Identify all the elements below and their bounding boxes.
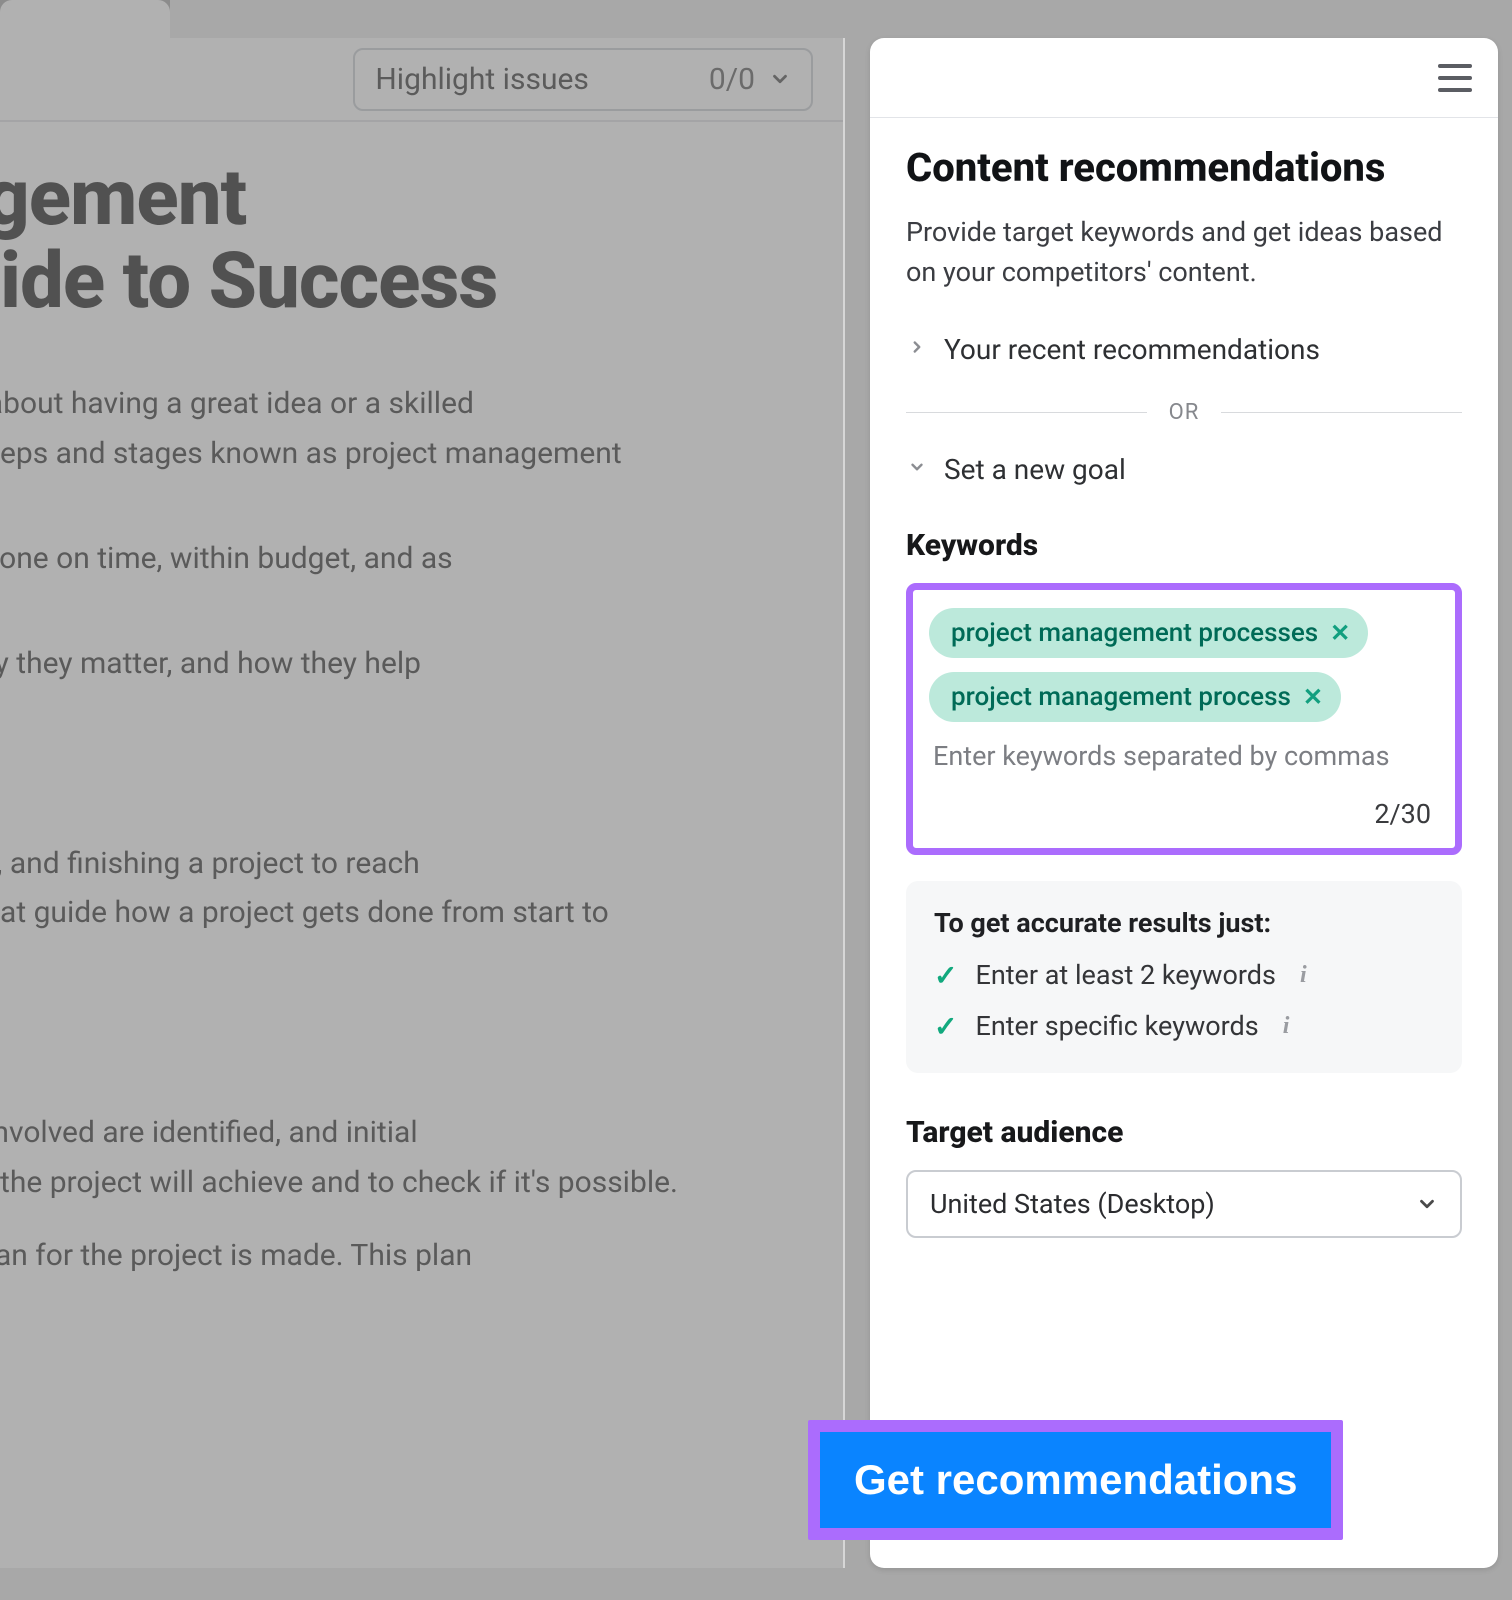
keywords-heading: Keywords — [906, 528, 1462, 563]
document-paragraph: re a detailed plan for the project is ma… — [0, 1231, 843, 1280]
tip-row: ✓ Enter at least 2 keywords i — [934, 959, 1434, 992]
panel-header — [870, 38, 1498, 118]
tips-card: To get accurate results just: ✓ Enter at… — [906, 881, 1462, 1073]
or-label: OR — [1169, 400, 1200, 425]
target-audience-select[interactable]: United States (Desktop) — [906, 1170, 1462, 1238]
recommendations-panel: Content recommendations Provide target k… — [870, 38, 1498, 1568]
cta-highlight: Get recommendations — [808, 1420, 1343, 1540]
chevron-down-icon — [908, 457, 926, 481]
keywords-placeholder: Enter keywords separated by commas — [933, 740, 1439, 772]
highlight-issues-label: Highlight issues — [375, 62, 588, 97]
document-toolbar: Highlight issues 0/0 — [0, 38, 843, 122]
info-icon[interactable]: i — [1300, 962, 1307, 989]
highlight-issues-dropdown[interactable]: Highlight issues 0/0 — [353, 48, 813, 111]
chevron-down-icon — [1416, 1193, 1438, 1215]
set-new-goal-toggle[interactable]: Set a new goal — [906, 447, 1462, 492]
document-paragraph: re set, people involved are identified, … — [0, 1108, 843, 1206]
target-audience-heading: Target audience — [906, 1115, 1462, 1150]
tip-label: Enter at least 2 keywords — [975, 959, 1275, 991]
panel-title: Content recommendations — [906, 144, 1462, 191]
remove-chip-icon[interactable]: ✕ — [1303, 683, 1323, 711]
panel-description: Provide target keywords and get ideas ba… — [906, 213, 1462, 293]
document-heading: gement? — [0, 744, 843, 805]
info-icon[interactable]: i — [1283, 1013, 1290, 1040]
keyword-chip[interactable]: project management processes ✕ — [929, 608, 1368, 658]
keywords-counter: 2/30 — [929, 798, 1439, 836]
get-recommendations-button[interactable]: Get recommendations — [820, 1432, 1331, 1528]
recent-recommendations-toggle[interactable]: Your recent recommendations — [906, 327, 1462, 372]
document-paragraph: groups are, why they matter, and how the… — [0, 639, 843, 688]
document-area: Highlight issues 0/0 ct Management ide t… — [0, 38, 845, 1568]
keyword-chip-label: project management process — [951, 682, 1291, 712]
target-audience-value: United States (Desktop) — [930, 1188, 1215, 1220]
remove-chip-icon[interactable]: ✕ — [1330, 619, 1350, 647]
tab-edge — [0, 0, 170, 38]
check-icon: ✓ — [934, 959, 957, 992]
document-paragraph: t projects are done on time, within budg… — [0, 534, 843, 583]
keywords-input-box[interactable]: project management processes ✕ project m… — [906, 583, 1462, 855]
keyword-chip[interactable]: project management process ✕ — [929, 672, 1341, 722]
tip-label: Enter specific keywords — [975, 1010, 1258, 1042]
keyword-chip-label: project management processes — [951, 618, 1318, 648]
recent-recommendations-label: Your recent recommendations — [944, 333, 1320, 366]
menu-icon[interactable] — [1438, 64, 1472, 92]
keyword-chip-list: project management processes ✕ project m… — [929, 608, 1439, 722]
document-heading: lanagement — [0, 1005, 843, 1066]
document-title: ct Management ide to Success — [0, 158, 843, 323]
chevron-down-icon — [769, 68, 791, 90]
tips-heading: To get accurate results just: — [934, 907, 1434, 939]
tip-row: ✓ Enter specific keywords i — [934, 1010, 1434, 1043]
chevron-right-icon — [908, 337, 926, 361]
or-divider: OR — [906, 400, 1462, 425]
document-paragraph: cking progress, and finishing a project … — [0, 839, 843, 937]
document-paragraph: cess isn't just about having a great ide… — [0, 379, 843, 477]
highlight-issues-count: 0/0 — [709, 62, 755, 97]
check-icon: ✓ — [934, 1010, 957, 1043]
document-body: ct Management ide to Success cess isn't … — [0, 122, 843, 1280]
set-new-goal-label: Set a new goal — [944, 453, 1126, 486]
